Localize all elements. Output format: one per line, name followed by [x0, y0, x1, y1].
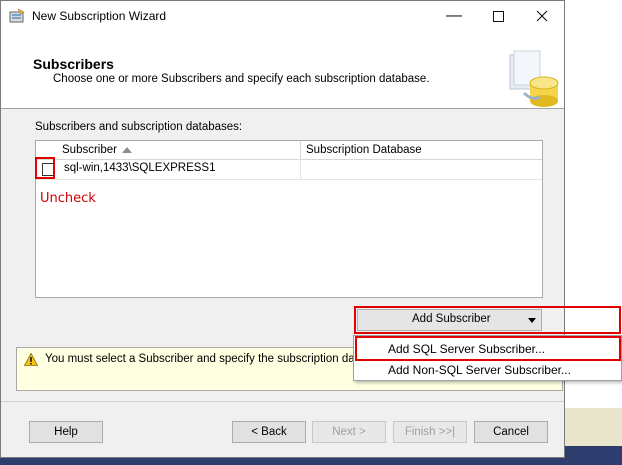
- wizard-app-icon: [9, 9, 25, 23]
- help-button[interactable]: Help: [29, 421, 103, 443]
- subscribers-grid: Subscriber Subscription Database sql-win…: [35, 140, 543, 298]
- subscriber-cell: sql-win,1433\SQLEXPRESS1: [64, 162, 216, 174]
- menu-item-highlight-box: [355, 336, 621, 361]
- sort-ascending-icon: [122, 147, 132, 153]
- column-header-subscription-database[interactable]: Subscription Database: [306, 144, 422, 156]
- minimize-icon[interactable]: —: [432, 1, 476, 31]
- warning-message: You must select a Subscriber and specify…: [45, 353, 383, 365]
- warning-icon: [24, 353, 38, 366]
- footer-divider: [1, 401, 564, 402]
- menu-item-add-non-sql-server-subscriber[interactable]: Add Non-SQL Server Subscriber...: [354, 359, 621, 381]
- back-button[interactable]: < Back: [232, 421, 306, 443]
- table-row[interactable]: sql-win,1433\SQLEXPRESS1: [36, 159, 542, 180]
- column-header-subscriber[interactable]: Subscriber: [62, 144, 117, 156]
- subscribers-section-label: Subscribers and subscription databases:: [35, 121, 243, 133]
- grid-header: Subscriber Subscription Database: [36, 141, 542, 160]
- cancel-button[interactable]: Cancel: [474, 421, 548, 443]
- next-button[interactable]: Next >: [312, 421, 386, 443]
- finish-button[interactable]: Finish >>|: [393, 421, 467, 443]
- column-divider: [300, 141, 301, 159]
- checkbox-highlight-box: [35, 157, 55, 179]
- column-divider: [300, 159, 301, 179]
- maximize-icon[interactable]: [476, 1, 520, 31]
- add-subscriber-highlight-box: [354, 306, 621, 334]
- page-subtitle: Choose one or more Subscribers and speci…: [53, 73, 430, 85]
- window-title: New Subscription Wizard: [32, 9, 167, 23]
- page-title: Subscribers: [33, 56, 114, 72]
- menu-item-label: Add Non-SQL Server Subscriber...: [388, 363, 571, 377]
- close-icon[interactable]: [520, 1, 564, 31]
- wizard-header: Subscribers Choose one or more Subscribe…: [1, 31, 564, 109]
- database-graphic-icon: [509, 50, 559, 107]
- uncheck-annotation: Uncheck: [40, 191, 96, 206]
- title-bar: New Subscription Wizard —: [1, 1, 564, 31]
